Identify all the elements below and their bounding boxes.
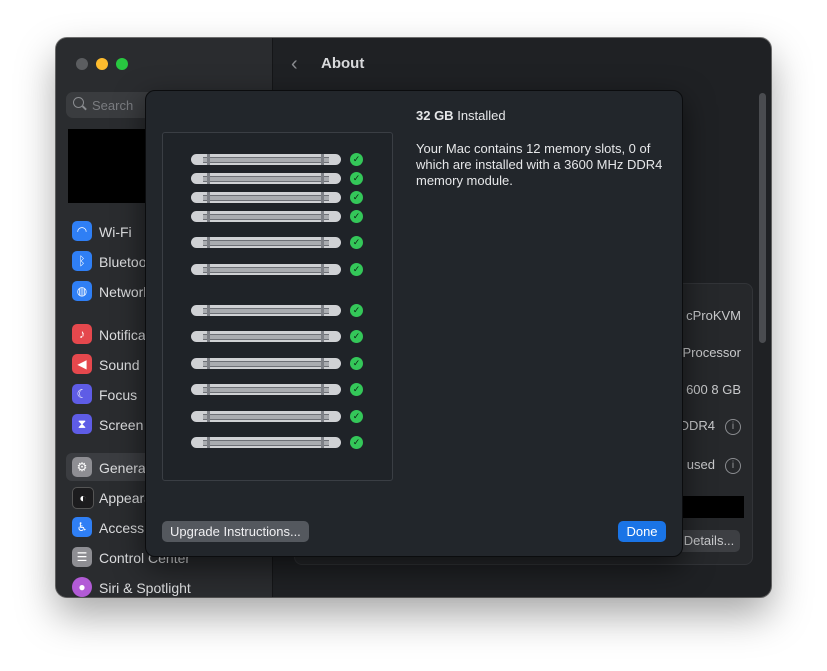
memory-slot-1 [191,154,341,165]
memory-type-value: DDR4 [679,418,715,433]
zoom-window-button[interactable] [116,58,128,70]
back-chevron-icon[interactable]: ‹ [291,54,311,74]
installed-suffix: Installed [457,108,506,123]
sidebar-item-label: General [99,460,149,476]
memory-slot-12 [191,437,341,448]
checkmark-icon: ✓ [350,236,363,249]
info-icon[interactable]: i [725,457,741,474]
details-button[interactable]: Details... [678,530,740,552]
storage-row: used i [687,457,741,474]
checkmark-icon: ✓ [350,383,363,396]
wifi-icon: ◠ [72,221,92,241]
moon-icon: ☾ [72,384,92,404]
sidebar-item-label: Focus [99,387,138,403]
memory-slot-7 [191,305,341,316]
memory-value: 600 8 GB [686,382,741,397]
memory-slot-9 [191,358,341,369]
accessibility-icon: ♿ [72,517,92,537]
checkmark-icon: ✓ [350,263,363,276]
bell-icon: ♪ [72,324,92,344]
installed-amount: 32 GB [416,108,454,123]
info-icon[interactable]: i [725,418,741,435]
upgrade-instructions-button[interactable]: Upgrade Instructions... [162,521,309,542]
control-center-icon: ☰ [72,547,92,567]
serial-number-redacted [679,496,744,518]
memory-slot-3 [191,192,341,203]
done-button[interactable]: Done [618,521,666,542]
checkmark-icon: ✓ [350,191,363,204]
memory-slots-panel: ✓ ✓ ✓ ✓ ✓ ✓ ✓ ✓ ✓ ✓ ✓ ✓ [162,132,393,481]
checkmark-icon: ✓ [350,172,363,185]
memory-description: Your Mac contains 12 memory slots, 0 of … [416,141,663,188]
close-window-button[interactable] [76,58,88,70]
memory-slot-6 [191,264,341,275]
search-icon [73,97,84,108]
memory-slot-10 [191,384,341,395]
gear-icon: ⚙ [72,457,92,477]
sidebar-item-label: Sound [99,357,140,373]
memory-slot-4 [191,211,341,222]
checkmark-icon: ✓ [350,357,363,370]
mac-name-value: cProKVM [686,308,741,323]
sidebar-item-label: Wi-Fi [99,224,132,240]
checkmark-icon: ✓ [350,153,363,166]
minimize-window-button[interactable] [96,58,108,70]
memory-slot-8 [191,331,341,342]
hourglass-icon: ⧗ [72,414,92,434]
storage-value: used [686,457,715,472]
memory-slot-5 [191,237,341,248]
speaker-icon: ◀ [72,354,92,374]
bluetooth-icon: ᛒ [72,251,92,271]
memory-slot-2 [191,173,341,184]
checkmark-icon: ✓ [350,304,363,317]
appearance-icon: ◐ [72,487,94,509]
checkmark-icon: ✓ [350,210,363,223]
chip-value: Processor [682,345,741,360]
scrollbar[interactable] [759,93,766,343]
sidebar-item-siri-spotlight[interactable]: ● Siri & Spotlight [66,573,266,597]
checkmark-icon: ✓ [350,436,363,449]
sidebar-item-label: Siri & Spotlight [99,580,191,596]
memory-slot-11 [191,411,341,422]
sidebar-item-label: Network [99,284,151,300]
checkmark-icon: ✓ [350,410,363,423]
memory-installed-title: 32 GB Installed [416,108,506,123]
memory-type-row: DDR4 i [680,418,741,435]
checkmark-icon: ✓ [350,330,363,343]
siri-icon: ● [72,577,92,597]
globe-icon: ◍ [72,281,92,301]
search-placeholder: Search [92,98,134,113]
page-title: About [321,55,365,72]
memory-sheet: ✓ ✓ ✓ ✓ ✓ ✓ ✓ ✓ ✓ ✓ ✓ ✓ 32 GB Installed … [145,90,683,557]
